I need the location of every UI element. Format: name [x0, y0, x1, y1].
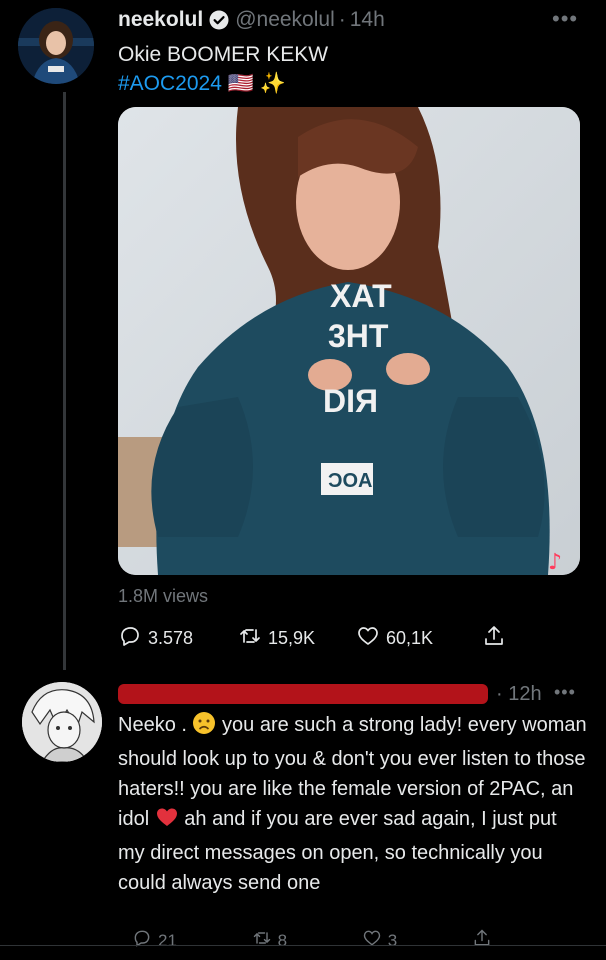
- retweet-button[interactable]: 15,9K: [238, 624, 356, 653]
- reply-reply-count: 21: [158, 930, 177, 950]
- retweet-count: 15,9K: [268, 627, 316, 648]
- tweet-media-image[interactable]: XAT 3HT DIЯ ƆOA ♪: [118, 107, 580, 575]
- shirt-badge: ƆOA: [328, 470, 372, 492]
- like-icon: [362, 928, 382, 953]
- handle[interactable]: @neekolul: [235, 8, 335, 32]
- author-avatar[interactable]: [18, 8, 94, 84]
- like-count: 60,1K: [386, 627, 434, 648]
- reply-text-part-3: ah and if you are ever sad again, I just…: [118, 808, 557, 894]
- view-count: 1.8M views: [118, 586, 209, 606]
- display-name[interactable]: neekolul: [118, 8, 203, 32]
- reply-text-part-1: Neeko .: [118, 714, 193, 736]
- share-button[interactable]: [482, 624, 506, 653]
- reply-reply-button[interactable]: 21: [132, 928, 177, 953]
- reply-body: Neeko . you are such a strong lady! ever…: [118, 710, 588, 898]
- tweet-header: neekolul @neekolul · 14h: [118, 8, 385, 32]
- share-icon: [472, 928, 492, 953]
- verified-badge-icon: [209, 10, 229, 30]
- tweet-action-bar: 3.578 15,9K 60,1K: [118, 624, 588, 652]
- reply-retweet-count: 8: [277, 930, 288, 950]
- tweet-body: Okie BOOMER KEKW #AOC2024 🇺🇸 ✨: [118, 40, 328, 98]
- like-button[interactable]: 60,1K: [356, 624, 482, 653]
- like-icon: [356, 624, 380, 653]
- red-heart-emoji-icon: [155, 805, 179, 838]
- separator: ·: [338, 8, 346, 31]
- reply-action-bar: 21 8 3: [132, 928, 492, 953]
- timestamp[interactable]: 14h: [350, 8, 385, 32]
- reply-retweet-button[interactable]: 8: [252, 928, 287, 953]
- reply-header: · 12h: [118, 682, 542, 706]
- reply-icon: [132, 928, 152, 953]
- reply-button[interactable]: 3.578: [118, 624, 238, 653]
- worried-face-emoji-icon: [192, 711, 216, 744]
- reply-icon: [118, 624, 142, 653]
- shirt-text-2: 3HT: [328, 318, 389, 354]
- thread-line: [63, 92, 66, 670]
- retweet-icon: [238, 624, 262, 653]
- shirt-text-1: XAT: [330, 278, 392, 314]
- more-dots-icon[interactable]: •••: [552, 6, 578, 32]
- retweet-icon: [252, 928, 272, 953]
- reply-like-button[interactable]: 3: [362, 928, 397, 953]
- share-icon: [482, 624, 506, 653]
- reply-share-button[interactable]: [472, 928, 492, 953]
- hashtag-emoji: 🇺🇸 ✨: [227, 72, 286, 95]
- reply-like-count: 3: [387, 930, 398, 950]
- reply-timestamp[interactable]: · 12h: [496, 683, 542, 706]
- tweet-line-1: Okie BOOMER KEKW: [118, 43, 329, 66]
- bottom-divider: [0, 945, 606, 946]
- reply-author-avatar[interactable]: [22, 682, 102, 762]
- redacted-username: [118, 684, 488, 704]
- svg-text:♪: ♪: [548, 550, 562, 575]
- reply-count: 3.578: [148, 627, 194, 648]
- reply-more-dots-icon[interactable]: •••: [554, 682, 576, 703]
- hashtag-link[interactable]: #AOC2024: [118, 72, 222, 95]
- shirt-text-3: DIЯ: [323, 383, 378, 419]
